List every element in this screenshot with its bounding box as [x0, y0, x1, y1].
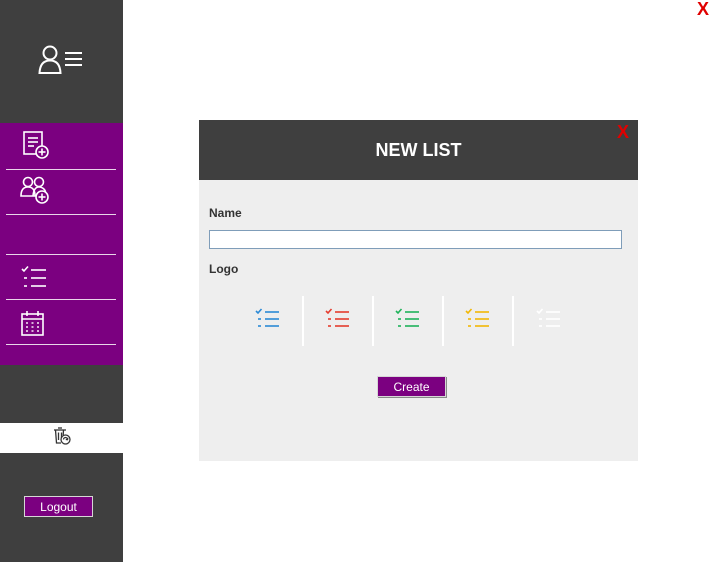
- sidebar-divider: [6, 299, 116, 300]
- checklist-icon: [20, 265, 50, 296]
- logo-options: [234, 296, 619, 346]
- sidebar-item-recycle-bin[interactable]: [0, 423, 123, 453]
- logo-option-green[interactable]: [374, 296, 444, 346]
- app-window: Logout X NEW LIST X Name Logo Create: [0, 0, 714, 562]
- app-close-button[interactable]: X: [697, 0, 709, 20]
- sidebar-item-empty[interactable]: [0, 215, 123, 259]
- dialog-title: NEW LIST: [375, 139, 462, 160]
- new-list-dialog: NEW LIST X Name Logo Create: [199, 120, 638, 461]
- logo-option-red[interactable]: [304, 296, 374, 346]
- checklist-icon: [325, 307, 351, 335]
- name-input[interactable]: [209, 230, 622, 249]
- checklist-icon: [395, 307, 421, 335]
- dialog-close-button[interactable]: X: [617, 122, 629, 143]
- sidebar-divider: [6, 344, 116, 345]
- recycle-bin-icon: [53, 426, 71, 450]
- checklist-icon: [536, 307, 562, 335]
- checklist-icon: [255, 307, 281, 335]
- dialog-header: NEW LIST X: [199, 120, 638, 180]
- profile-area[interactable]: [0, 0, 123, 123]
- sidebar-menu: [0, 123, 123, 365]
- logo-option-blue[interactable]: [234, 296, 304, 346]
- create-button[interactable]: Create: [377, 376, 446, 397]
- add-group-icon: [20, 174, 52, 211]
- checklist-icon: [465, 307, 491, 335]
- calendar-icon: [20, 309, 46, 342]
- user-list-icon: [37, 43, 86, 80]
- sidebar: Logout: [0, 0, 123, 562]
- sidebar-item-add-group[interactable]: [0, 170, 123, 214]
- sidebar-item-checklist[interactable]: [0, 258, 123, 302]
- name-label: Name: [209, 206, 242, 220]
- logo-option-white[interactable]: [514, 296, 584, 346]
- logo-label: Logo: [209, 262, 239, 276]
- sidebar-item-calendar[interactable]: [0, 303, 123, 347]
- logout-button[interactable]: Logout: [24, 496, 93, 517]
- new-list-icon: [20, 129, 52, 166]
- logo-option-yellow[interactable]: [444, 296, 514, 346]
- sidebar-divider: [6, 254, 116, 255]
- sidebar-item-new-list[interactable]: [0, 125, 123, 169]
